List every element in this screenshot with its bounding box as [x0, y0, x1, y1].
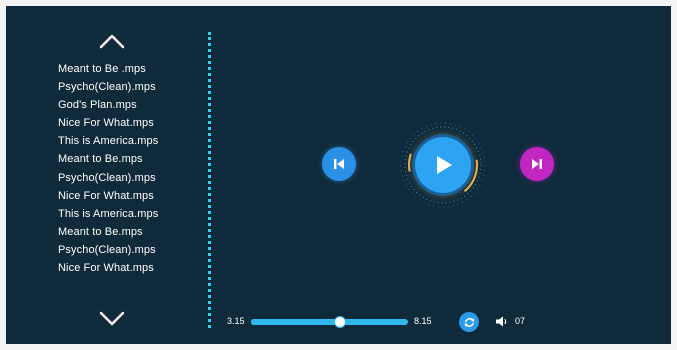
previous-track-button[interactable]: [322, 147, 356, 181]
play-button[interactable]: [415, 137, 471, 193]
playlist-item[interactable]: God's Plan.mps: [58, 96, 158, 114]
speaker-icon[interactable]: [496, 316, 508, 327]
skip-previous-icon: [334, 159, 344, 169]
playlist-item[interactable]: Nice For What.mps: [58, 259, 158, 277]
repeat-button[interactable]: [459, 312, 479, 332]
panel-divider: [208, 32, 211, 328]
playlist-item[interactable]: Nice For What.mps: [58, 187, 158, 205]
playlist-item[interactable]: Psycho(Clean).mps: [58, 169, 158, 187]
play-area: [398, 120, 488, 210]
total-time: 8.15: [414, 316, 432, 326]
playlist-item[interactable]: Nice For What.mps: [58, 114, 158, 132]
playlist: Meant to Be .mps Psycho(Clean).mps God's…: [58, 60, 158, 277]
skip-next-icon: [532, 159, 542, 169]
scroll-up-button[interactable]: [98, 32, 126, 50]
volume-value: 07: [515, 316, 526, 326]
playlist-item[interactable]: Psycho(Clean).mps: [58, 78, 158, 96]
play-icon: [437, 156, 452, 174]
playlist-item[interactable]: This is America.mps: [58, 132, 158, 150]
repeat-icon: [464, 317, 474, 327]
current-time: 3.15: [227, 316, 245, 326]
next-track-button[interactable]: [520, 147, 554, 181]
playlist-item[interactable]: This is America.mps: [58, 205, 158, 223]
playlist-item[interactable]: Meant to Be.mps: [58, 150, 158, 168]
music-player-screen: Meant to Be .mps Psycho(Clean).mps God's…: [6, 6, 671, 344]
playlist-item[interactable]: Meant to Be .mps: [58, 60, 158, 78]
playlist-item[interactable]: Meant to Be.mps: [58, 223, 158, 241]
chevron-up-icon: [99, 34, 125, 49]
progress-knob[interactable]: [334, 316, 347, 328]
playlist-item[interactable]: Psycho(Clean).mps: [58, 241, 158, 259]
progress-bar[interactable]: [251, 316, 408, 328]
scroll-down-button[interactable]: [98, 310, 126, 328]
progress-fill: [251, 319, 341, 325]
chevron-down-icon: [99, 311, 125, 326]
